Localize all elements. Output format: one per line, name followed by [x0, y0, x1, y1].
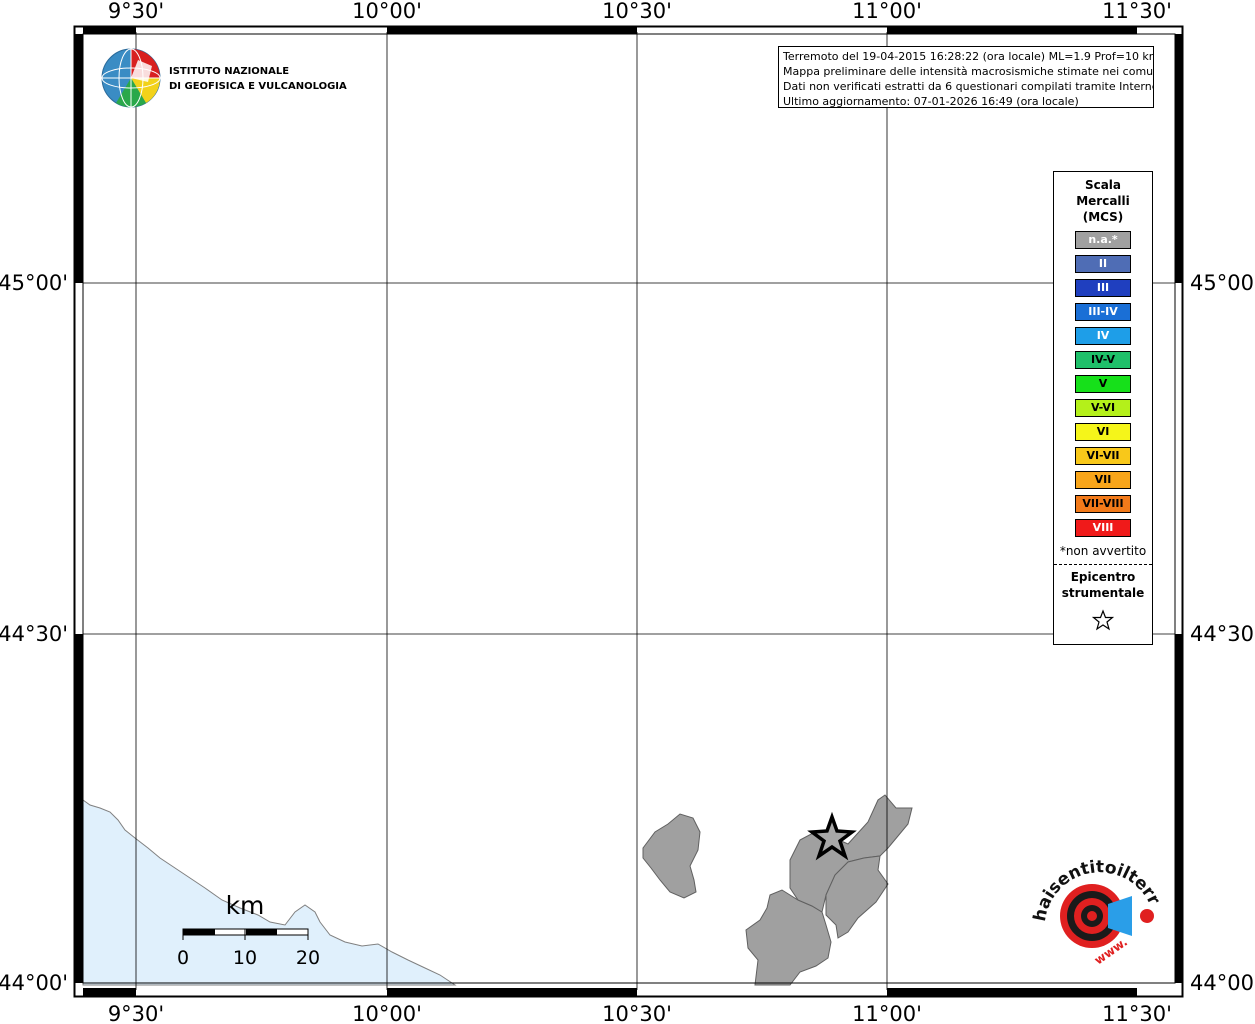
scale-bar-label: 10 [233, 947, 257, 969]
legend-item: III-IV [1075, 303, 1131, 321]
logo-text-line2: DI GEOFISICA E VULCANOLOGIA [169, 81, 347, 92]
legend-separator [1054, 564, 1152, 565]
lon-label: 11°00' [852, 0, 922, 23]
lat-label: 44°00' [0, 971, 68, 995]
legend-epicenter-line: Epicentro [1070, 570, 1136, 584]
event-info-line: Ultimo aggiornamento: 07-01-2026 16:49 (… [783, 95, 1079, 108]
lon-labels-bottom: 9°30' 10°00' 10°30' 11°00' 11°30' [108, 1002, 1172, 1024]
intensity-legend: Scala Mercalli (MCS) n.a.* II III III-IV IV I… [1053, 171, 1153, 645]
lon-label: 10°30' [602, 1002, 672, 1024]
legend-title-line: Scala [1084, 178, 1122, 192]
lon-label: 11°30' [1102, 1002, 1172, 1024]
lon-label: 10°00' [352, 1002, 422, 1024]
epicenter-star-icon [1054, 609, 1152, 635]
scale-bar-label: 20 [296, 947, 320, 969]
legend-item: VIII [1075, 519, 1131, 537]
legend-item: VI-VII [1075, 447, 1131, 465]
haisentito-logo: haisentitoilterremoto.it www. [0, 0, 1164, 967]
legend-title-line: (MCS) [1082, 210, 1124, 224]
scale-bar-label: 0 [177, 947, 189, 969]
event-info-line: Terremoto del 19-04-2015 16:28:22 (ora l… [783, 50, 1154, 63]
lat-label: 44°30' [0, 622, 68, 646]
map-frame [82, 33, 1176, 984]
lon-label: 10°30' [602, 0, 672, 23]
legend-items: n.a.* II III III-IV IV IV-V V V-VI VI VI-VII VII VI… [1054, 231, 1152, 537]
watermark-text: haisentitoilterremoto.it [0, 0, 1164, 923]
legend-item: VI [1075, 423, 1131, 441]
sea-area [82, 799, 457, 986]
ingv-logo: ISTITUTO NAZIONALE DI GEOFISICA E VULCAN… [101, 48, 347, 108]
legend-item: V-VI [1075, 399, 1131, 417]
lon-label: 11°30' [1102, 0, 1172, 23]
legend-item: n.a.* [1075, 231, 1131, 249]
legend-item: IV [1075, 327, 1131, 345]
graticule [83, 32, 1175, 990]
legend-item: II [1075, 255, 1131, 273]
ingv-globe-icon [101, 48, 161, 108]
lon-label: 10°00' [352, 0, 422, 23]
map-border [73, 25, 1184, 998]
event-info-line: Mappa preliminare delle intensità macros… [783, 65, 1154, 78]
lat-label: 45°00' [0, 271, 68, 295]
legend-title: Scala Mercalli (MCS) [1054, 177, 1152, 225]
legend-item: IV-V [1075, 351, 1131, 369]
municipality-polygon [642, 813, 701, 899]
lon-label: 11°00' [852, 1002, 922, 1024]
legend-item: V [1075, 375, 1131, 393]
lat-label: 45°00' [1190, 271, 1255, 295]
legend-item: VII [1075, 471, 1131, 489]
lon-labels-top: 9°30' 10°00' 10°30' 11°00' 11°30' [108, 0, 1172, 23]
legend-epicenter-line: strumentale [1061, 586, 1145, 600]
lat-labels-left: 45°00' 44°30' 44°00' [0, 271, 68, 995]
event-info-line: Dati non verificati estratti da 6 questi… [783, 80, 1154, 93]
legend-item: III [1075, 279, 1131, 297]
municipality-polygons [642, 794, 913, 986]
legend-epicenter-label: Epicentro strumentale [1054, 569, 1152, 601]
lon-label: 9°30' [108, 0, 164, 23]
logo-text-line1: ISTITUTO NAZIONALE [169, 66, 289, 77]
legend-title-line: Mercalli [1076, 194, 1130, 208]
legend-item: VII-VIII [1075, 495, 1131, 513]
lat-label: 44°00' [1190, 971, 1255, 995]
scale-bar-unit: km [226, 891, 265, 920]
lon-label: 9°30' [108, 1002, 164, 1024]
lat-label: 44°30' [1190, 622, 1255, 646]
lat-labels-right: 45°00' 44°30' 44°00' [1190, 271, 1255, 995]
legend-note: *non avvertito [1059, 544, 1147, 558]
event-info-box: Terremoto del 19-04-2015 16:28:22 (ora l… [778, 46, 1154, 108]
